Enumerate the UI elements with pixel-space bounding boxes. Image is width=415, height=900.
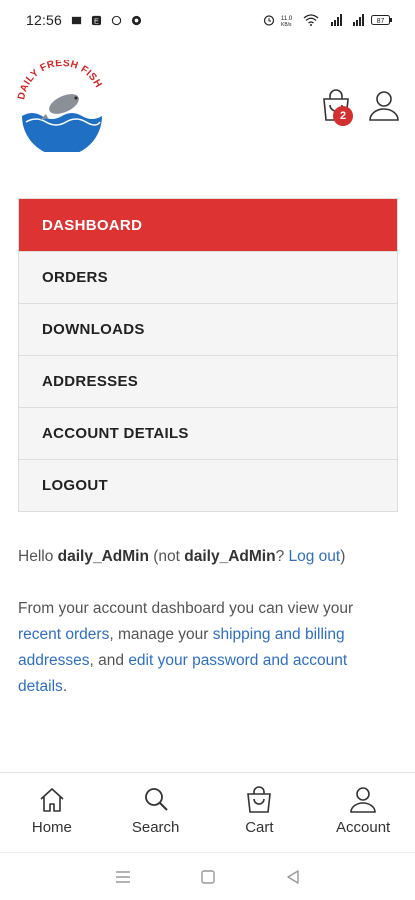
menu-item-addresses[interactable]: ADDRESSES (19, 355, 397, 407)
menu-item-orders[interactable]: ORDERS (19, 251, 397, 303)
question-mark: ? (275, 548, 285, 565)
signal-icon-2 (353, 14, 364, 26)
account-navigation: DASHBOARD ORDERS DOWNLOADS ADDRESSES ACC… (18, 198, 398, 512)
signal-icon-1 (331, 14, 342, 26)
daily-fresh-fish-logo[interactable]: DAILY FRESH FISH (16, 60, 108, 152)
app-notification-icon: E (91, 15, 102, 25)
menu-item-account-details[interactable]: ACCOUNT DETAILS (19, 407, 397, 459)
nav-account-label: Account (336, 819, 391, 836)
hello-text: Hello (18, 548, 54, 565)
nav-account[interactable]: Account (311, 773, 415, 852)
nav-search[interactable]: Search (104, 773, 208, 852)
cart-count-badge: 2 (333, 106, 353, 126)
greeting-text: Hello daily_AdMin (not daily_AdMin? Log … (18, 544, 398, 570)
not-username: daily_AdMin (184, 548, 276, 565)
home-square-icon[interactable] (199, 868, 217, 886)
menu-item-dashboard[interactable]: DASHBOARD (19, 199, 397, 251)
period: . (62, 678, 68, 695)
account-header-button[interactable] (366, 88, 402, 124)
and-text: , and (89, 652, 124, 669)
status-bar: 12:56 E 11.0 KB/s 87 (0, 0, 415, 40)
battery-icon: 87 (371, 15, 392, 25)
system-navigation-bar (0, 852, 415, 900)
gallery-icon (71, 16, 82, 24)
menu-icon[interactable] (114, 868, 132, 886)
back-icon[interactable] (284, 868, 302, 886)
browser-icon (131, 15, 142, 25)
bottom-navigation: Home Search Cart Account (0, 772, 415, 852)
recent-orders-link[interactable]: recent orders (18, 626, 109, 643)
cart-icon (247, 786, 272, 813)
nav-home[interactable]: Home (0, 773, 104, 852)
manage-text: , manage your (109, 626, 209, 643)
nav-cart[interactable]: Cart (208, 773, 312, 852)
alarm-icon (263, 15, 275, 26)
user-icon (369, 91, 399, 121)
heart-icon (111, 15, 122, 25)
menu-item-downloads[interactable]: DOWNLOADS (19, 303, 397, 355)
close-paren: ) (340, 548, 346, 565)
wifi-icon (303, 14, 319, 26)
svg-text:KB/s: KB/s (281, 22, 292, 26)
not-prefix: (not (153, 548, 180, 565)
nav-cart-label: Cart (245, 819, 274, 836)
status-time: 12:56 (26, 12, 63, 28)
svg-text:E: E (94, 16, 99, 25)
dashboard-content: Hello daily_AdMin (not daily_AdMin? Log … (18, 544, 398, 700)
home-icon (40, 788, 64, 812)
site-header: DAILY FRESH FISH (0, 52, 415, 152)
menu-item-logout[interactable]: LOGOUT (19, 459, 397, 511)
logout-link[interactable]: Log out (289, 548, 341, 565)
username: daily_AdMin (57, 548, 149, 565)
svg-text:87: 87 (377, 18, 385, 25)
nav-home-label: Home (31, 819, 72, 836)
dashboard-intro: From your account dashboard you can view… (18, 596, 398, 700)
network-speed-icon: 11.0KB/s (281, 16, 293, 26)
nav-search-label: Search (131, 819, 180, 836)
intro-text: From your account dashboard you can view… (18, 600, 354, 617)
account-icon (350, 787, 376, 813)
search-icon (144, 788, 168, 811)
